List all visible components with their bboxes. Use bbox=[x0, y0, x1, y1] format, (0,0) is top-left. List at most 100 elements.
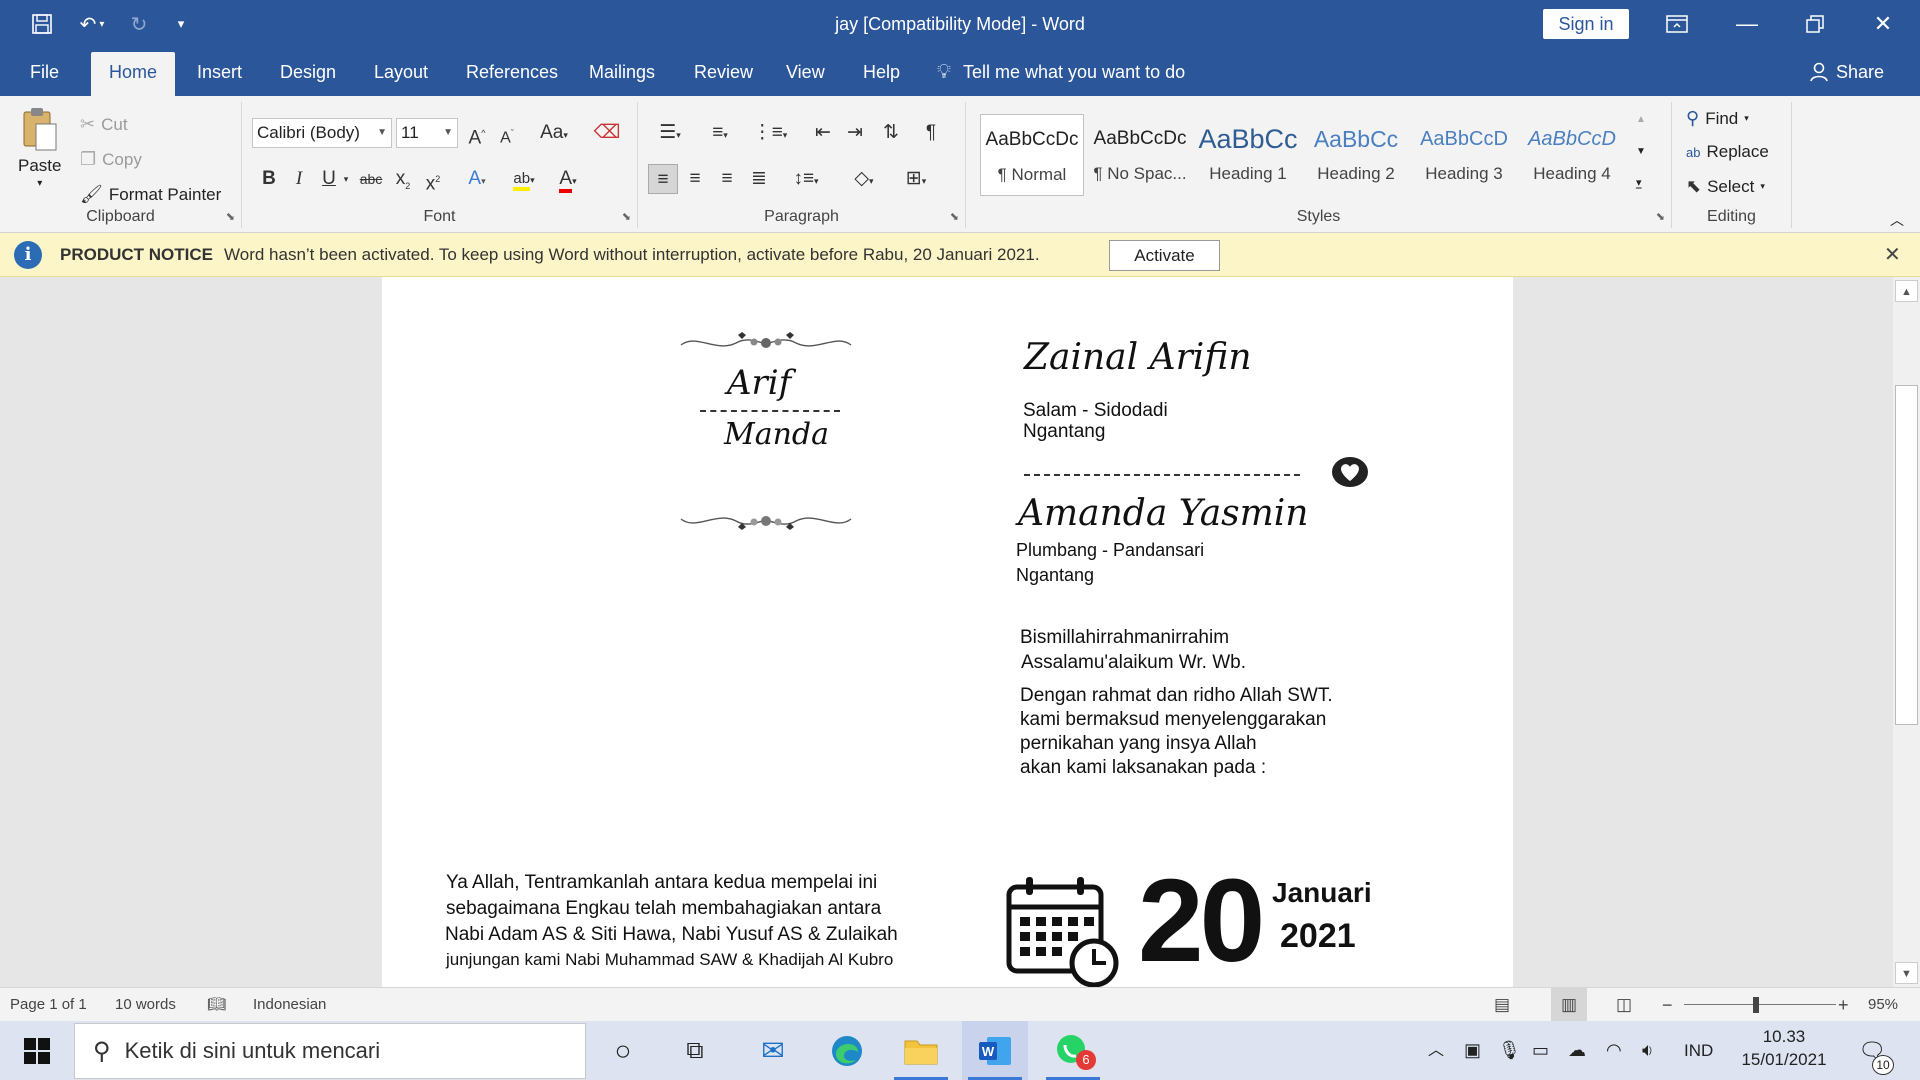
show-hidden-icons-icon[interactable]: ︿ bbox=[1428, 1021, 1444, 1080]
device-icon[interactable]: ▣ bbox=[1464, 1021, 1481, 1080]
language-status[interactable]: Indonesian bbox=[253, 988, 326, 1022]
web-layout-icon[interactable]: ◫ bbox=[1616, 988, 1632, 1022]
zoom-level[interactable]: 95% bbox=[1868, 988, 1898, 1022]
grow-font-icon[interactable]: A^ bbox=[462, 118, 492, 148]
mail-icon[interactable]: ✉ bbox=[740, 1021, 806, 1080]
cortana-icon[interactable]: ○ bbox=[590, 1021, 656, 1080]
style-heading-1[interactable]: AaBbCc Heading 1 bbox=[1196, 114, 1300, 196]
close-notice-icon[interactable]: ✕ bbox=[1884, 233, 1901, 277]
zoom-in-icon[interactable]: + bbox=[1838, 988, 1849, 1022]
tell-me-search[interactable]: 💡︎ Tell me what you want to do bbox=[937, 48, 1185, 96]
scroll-thumb[interactable] bbox=[1895, 385, 1918, 725]
collapse-ribbon-icon[interactable]: ︿ bbox=[1890, 210, 1904, 230]
close-icon[interactable]: ✕ bbox=[1855, 0, 1911, 48]
style-normal[interactable]: AaBbCcDc ¶ Normal bbox=[980, 114, 1084, 196]
font-name-select[interactable]: Calibri (Body) ▼ bbox=[252, 118, 392, 148]
save-icon[interactable] bbox=[22, 0, 62, 48]
borders-icon[interactable]: ⊞▾ bbox=[894, 164, 938, 194]
align-left-icon[interactable]: ≡ bbox=[648, 164, 678, 194]
change-case-icon[interactable]: Aa▾ bbox=[532, 118, 576, 148]
styles-scroll-down-icon[interactable]: ▼ bbox=[1636, 146, 1646, 157]
windows-start-icon[interactable] bbox=[4, 1021, 70, 1080]
shading-icon[interactable]: ◇▾ bbox=[842, 164, 886, 194]
multilevel-list-icon[interactable]: ⋮≡▾ bbox=[748, 118, 792, 148]
customize-toolbar-icon[interactable]: ▾ bbox=[168, 0, 194, 48]
clock[interactable]: 10.33 15/01/2021 bbox=[1740, 1027, 1828, 1070]
style-no-spacing[interactable]: AaBbCcDc ¶ No Spac... bbox=[1088, 114, 1192, 196]
microphone-icon[interactable]: 🎙︎ bbox=[1498, 1021, 1521, 1080]
styles-launcher-icon[interactable]: ⬊ bbox=[1656, 210, 1665, 223]
share-button[interactable]: Share bbox=[1810, 48, 1884, 96]
taskbar-search-input[interactable]: ⚲ Ketik di sini untuk mencari bbox=[74, 1023, 586, 1079]
line-spacing-icon[interactable]: ↕≡▾ bbox=[784, 164, 828, 194]
tab-view[interactable]: View bbox=[782, 48, 829, 96]
tab-file[interactable]: File bbox=[26, 48, 63, 96]
find-button[interactable]: ⚲ Find ▾ bbox=[1686, 108, 1749, 129]
select-button[interactable]: ⬉ Select ▾ bbox=[1686, 176, 1765, 197]
numbering-icon[interactable]: ≡▾ bbox=[698, 118, 742, 148]
align-center-icon[interactable]: ≡ bbox=[680, 164, 710, 194]
scroll-up-icon[interactable]: ▲ bbox=[1895, 280, 1918, 302]
restore-icon[interactable] bbox=[1787, 0, 1843, 48]
underline-dropdown-icon[interactable]: ▾ bbox=[338, 164, 354, 194]
tab-references[interactable]: References bbox=[462, 48, 562, 96]
undo-icon[interactable]: ↶ ▾ bbox=[70, 0, 114, 48]
page-count[interactable]: Page 1 of 1 bbox=[10, 988, 87, 1022]
sort-icon[interactable]: ⇅ bbox=[876, 118, 906, 148]
show-formatting-marks-icon[interactable]: ¶ bbox=[916, 118, 946, 148]
bullets-icon[interactable]: ☰▾ bbox=[648, 118, 692, 148]
wifi-icon[interactable]: ◠ bbox=[1606, 1021, 1622, 1080]
file-explorer-icon[interactable] bbox=[888, 1021, 954, 1080]
edge-icon[interactable] bbox=[814, 1021, 880, 1080]
font-size-select[interactable]: 11 ▼ bbox=[396, 118, 458, 148]
shrink-font-icon[interactable]: Aˇ bbox=[492, 118, 522, 148]
tab-review[interactable]: Review bbox=[690, 48, 757, 96]
input-language[interactable]: IND bbox=[1684, 1021, 1713, 1080]
italic-icon[interactable]: I bbox=[284, 164, 314, 194]
align-right-icon[interactable]: ≡ bbox=[712, 164, 742, 194]
proofing-icon[interactable]: 📖︎ bbox=[207, 988, 226, 1022]
clear-formatting-icon[interactable]: ⌫ bbox=[592, 118, 622, 148]
text-effects-icon[interactable]: A▾ bbox=[462, 164, 492, 194]
onedrive-icon[interactable]: ☁ bbox=[1568, 1021, 1586, 1080]
tab-design[interactable]: Design bbox=[276, 48, 340, 96]
increease-indent-icon[interactable]: ⇥ bbox=[840, 118, 870, 148]
zoom-out-icon[interactable]: − bbox=[1662, 988, 1673, 1022]
format-painter-button[interactable]: 🖌︎ Format Painter bbox=[80, 184, 221, 205]
battery-icon[interactable]: ▭ bbox=[1532, 1021, 1549, 1080]
clipboard-launcher-icon[interactable]: ⬊ bbox=[226, 210, 235, 223]
justify-icon[interactable]: ≣ bbox=[744, 164, 774, 194]
styles-more-icon[interactable]: ▾̲ bbox=[1636, 176, 1642, 189]
tab-help[interactable]: Help bbox=[859, 48, 904, 96]
tab-layout[interactable]: Layout bbox=[370, 48, 432, 96]
print-layout-icon[interactable]: ▥ bbox=[1551, 988, 1588, 1022]
document-page[interactable]: Arif Manda Zainal Arifin Salam - Sidodad… bbox=[382, 277, 1513, 987]
read-mode-icon[interactable]: ▤ bbox=[1494, 988, 1510, 1022]
superscript-icon[interactable]: x2 bbox=[418, 164, 448, 194]
bold-icon[interactable]: B bbox=[254, 164, 284, 194]
word-app-icon[interactable]: W bbox=[962, 1021, 1028, 1080]
word-count[interactable]: 10 words bbox=[115, 988, 176, 1022]
style-heading-4[interactable]: AaBbCcD Heading 4 bbox=[1520, 114, 1624, 196]
font-launcher-icon[interactable]: ⬊ bbox=[622, 210, 631, 223]
replace-button[interactable]: ab Replace bbox=[1686, 142, 1769, 162]
decrease-indent-icon[interactable]: ⇤ bbox=[808, 118, 838, 148]
vertical-scrollbar[interactable]: ▲ ▼ bbox=[1893, 277, 1920, 987]
tab-home[interactable]: Home bbox=[91, 52, 176, 96]
paragraph-launcher-icon[interactable]: ⬊ bbox=[950, 210, 959, 223]
paste-button[interactable]: Paste ▾ bbox=[18, 106, 61, 189]
task-view-icon[interactable]: ⧉ bbox=[662, 1021, 728, 1080]
tab-insert[interactable]: Insert bbox=[193, 48, 246, 96]
font-color-icon[interactable]: A▾ bbox=[548, 164, 588, 194]
subscript-icon[interactable]: x2 bbox=[388, 164, 418, 194]
highlight-icon[interactable]: ab▾ bbox=[504, 164, 544, 194]
style-heading-2[interactable]: AaBbCc Heading 2 bbox=[1304, 114, 1408, 196]
volume-icon[interactable]: 🔉︎ bbox=[1642, 1021, 1653, 1080]
strikethrough-icon[interactable]: abc bbox=[356, 164, 386, 194]
tab-mailings[interactable]: Mailings bbox=[585, 48, 659, 96]
notifications-icon[interactable]: 🗨︎ 10 bbox=[1858, 1021, 1894, 1080]
scroll-down-icon[interactable]: ▼ bbox=[1895, 962, 1918, 984]
whatsapp-icon[interactable]: 6 bbox=[1040, 1021, 1106, 1080]
sign-in-button[interactable]: Sign in bbox=[1543, 9, 1629, 39]
style-heading-3[interactable]: AaBbCcD Heading 3 bbox=[1412, 114, 1516, 196]
